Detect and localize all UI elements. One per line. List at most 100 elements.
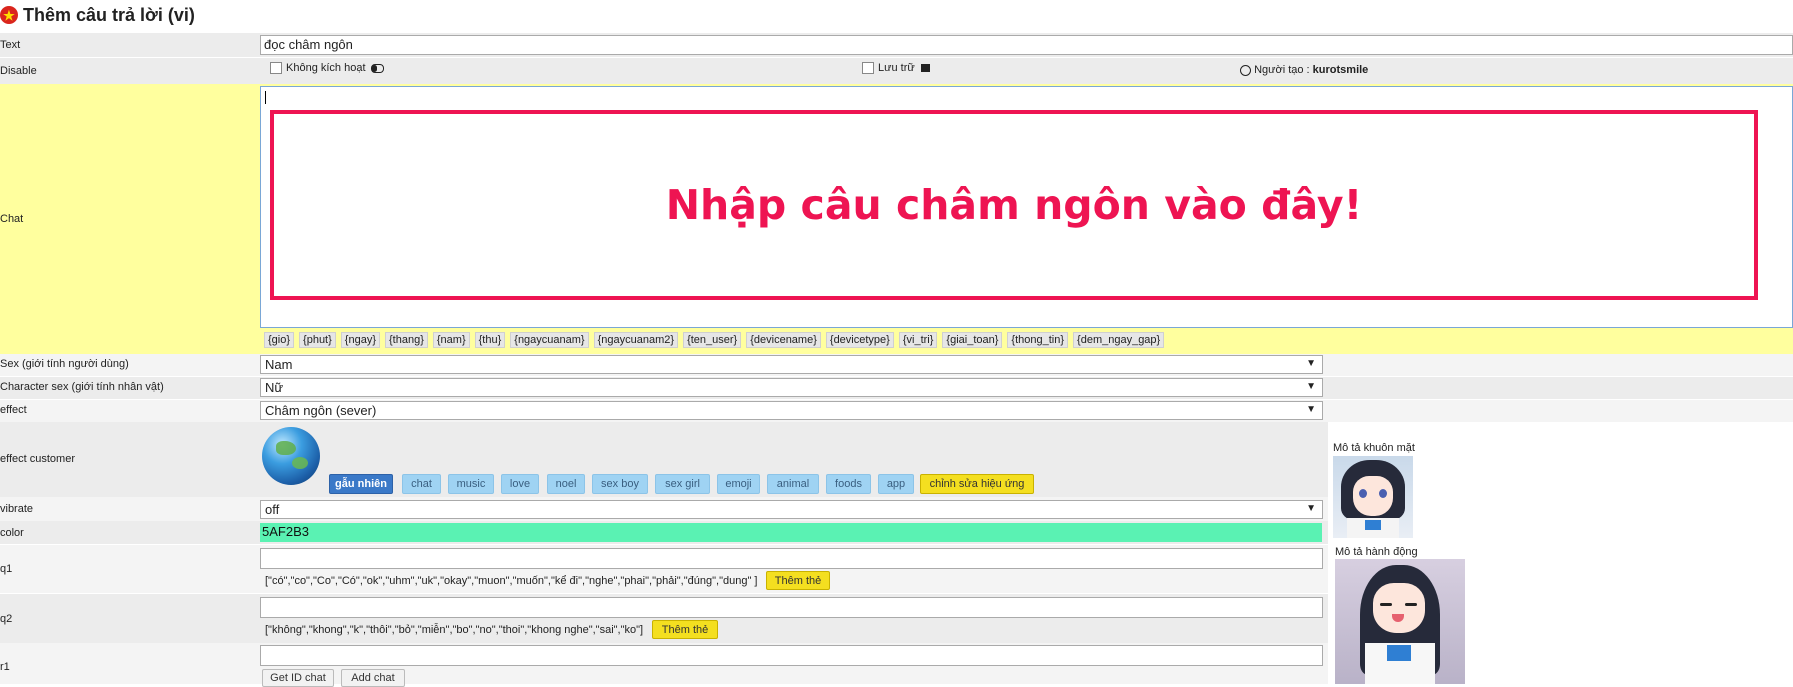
effect-row: effect Châm ngôn (sever) ▼ (0, 400, 1793, 422)
archive-option: Lưu trữ (862, 62, 930, 75)
tag-thu[interactable]: {thu} (474, 332, 506, 348)
tag-gio[interactable]: {gio} (264, 332, 295, 348)
color-label: color (0, 527, 24, 539)
sex-row: Sex (giới tính người dùng) Nam ▼ (0, 354, 1793, 376)
tag-ngaycuanam[interactable]: {ngaycuanam} (510, 332, 589, 348)
tag-phut[interactable]: {phut} (299, 332, 336, 348)
action-description-label: Mô tả hành động (1335, 546, 1418, 558)
chevron-down-icon: ▼ (1306, 404, 1316, 415)
text-label: Text (0, 39, 21, 51)
effect-select[interactable]: Châm ngôn (sever) ▼ (260, 401, 1323, 420)
q2-input[interactable] (260, 597, 1323, 618)
user-circle-icon (1240, 64, 1251, 76)
q2-hint: ["không","khong","k","thôi","bỏ","miễn",… (265, 624, 644, 636)
page-title-text: Thêm câu trả lời (vi) (23, 4, 195, 25)
effect-music-button[interactable]: music (448, 474, 494, 494)
r1-row: r1 Get ID chat Add chat (0, 643, 1328, 687)
sex-label: Sex (giới tính người dùng) (0, 358, 129, 370)
disable-row: Disable Không kích hoạt Lưu trữ Người tạ… (0, 58, 1793, 84)
sex-select-value: Nam (265, 357, 293, 372)
tag-ten-user[interactable]: {ten_user} (683, 332, 742, 348)
sex-select[interactable]: Nam ▼ (260, 355, 1323, 374)
vietnam-flag-icon: ★ (0, 6, 18, 24)
effect-animal-button[interactable]: animal (767, 474, 819, 494)
effect-noel-button[interactable]: noel (547, 474, 585, 494)
chevron-down-icon: ▼ (1306, 358, 1316, 369)
vibrate-select[interactable]: off ▼ (260, 500, 1323, 519)
effect-select-value: Châm ngôn (sever) (265, 403, 377, 418)
tag-vi-tri[interactable]: {vi_tri} (898, 332, 938, 348)
effect-customer-label: effect customer (0, 453, 75, 465)
color-input[interactable]: 5AF2B3 (260, 523, 1322, 542)
chat-tags: {gio} {phut} {ngay} {thang} {nam} {thu} {ngayc… (264, 332, 1169, 348)
archive-box-icon (920, 64, 930, 73)
edit-effect-button[interactable]: chỉnh sửa hiệu ứng (920, 474, 1034, 494)
face-description-label: Mô tả khuôn mặt (1333, 442, 1415, 454)
page-title: ★ Thêm câu trả lời (vi) (0, 0, 195, 30)
archive-checkbox[interactable] (862, 62, 874, 75)
effect-app-button[interactable]: app (878, 474, 914, 494)
effect-emoji-button[interactable]: emoji (717, 474, 760, 494)
vibrate-label: vibrate (0, 503, 34, 515)
text-row: Text đọc châm ngôn (0, 33, 1793, 57)
chat-overlay-text: Nhập câu châm ngôn vào đây! (665, 181, 1363, 229)
effect-chat-button[interactable]: chat (402, 474, 441, 494)
q1-label: q1 (0, 563, 13, 575)
character-sex-row: Character sex (giới tính nhân vật) Nữ ▼ (0, 377, 1793, 399)
q2-row: q2 ["không","khong","k","thôi","bỏ","miễ… (0, 594, 1328, 643)
q1-add-tag-button[interactable]: Thêm thẻ (766, 571, 830, 590)
effect-random-button[interactable]: gẫu nhiên (329, 474, 393, 494)
disable-label: Disable (0, 65, 37, 77)
effect-buttons: gẫu nhiên chat music love noel sex boy s… (329, 474, 1069, 494)
q2-add-tag-button[interactable]: Thêm thẻ (652, 620, 718, 639)
chevron-down-icon: ▼ (1306, 503, 1316, 514)
tag-dem-ngay-gap[interactable]: {dem_ngay_gap} (1073, 332, 1165, 348)
character-sex-select-value: Nữ (265, 380, 284, 395)
r1-label: r1 (0, 661, 10, 673)
side-panel: Mô tả khuôn mặt Mô tả hành động (1328, 422, 1793, 684)
character-sex-select[interactable]: Nữ ▼ (260, 378, 1323, 397)
toggle-icon (370, 63, 384, 73)
creator-info: Người tạo : kurotsmile (1240, 64, 1368, 76)
effect-sex-boy-button[interactable]: sex boy (592, 474, 648, 494)
chat-row: Chat Nhập câu châm ngôn vào đây! {gio} {p… (0, 84, 1793, 354)
color-row: color 5AF2B3 (0, 521, 1328, 544)
face-avatar-image[interactable] (1333, 456, 1413, 538)
globe-icon[interactable] (262, 427, 320, 485)
chat-label: Chat (0, 213, 24, 225)
archive-option-label: Lưu trữ (878, 62, 915, 74)
tag-thong-tin[interactable]: {thong_tin} (1007, 332, 1069, 348)
tag-nam[interactable]: {nam} (432, 332, 470, 348)
tag-giai-toan[interactable]: {giai_toan} (942, 332, 1003, 348)
disable-option: Không kích hoạt (270, 62, 384, 75)
creator-label: Người tạo : (1254, 64, 1310, 76)
effect-label: effect (0, 404, 27, 416)
q1-hint: ["có","co","Co","Có","ok","uhm","uk","ok… (265, 575, 758, 587)
effect-love-button[interactable]: love (501, 474, 539, 494)
action-avatar-image[interactable] (1335, 559, 1465, 684)
disable-checkbox[interactable] (270, 62, 282, 75)
disable-option-label: Không kích hoạt (286, 62, 366, 74)
tag-devicetype[interactable]: {devicetype} (825, 332, 894, 348)
tag-ngaycuanam2[interactable]: {ngaycuanam2} (593, 332, 679, 348)
r1-input[interactable] (260, 645, 1323, 666)
effect-customer-row: effect customer gẫu nhiên chat music lov… (0, 422, 1328, 497)
effect-foods-button[interactable]: foods (826, 474, 871, 494)
tag-devicename[interactable]: {devicename} (746, 332, 821, 348)
creator-name: kurotsmile (1312, 64, 1369, 76)
add-chat-button[interactable]: Add chat (341, 669, 405, 687)
chat-overlay-box: Nhập câu châm ngôn vào đây! (270, 110, 1758, 300)
q1-row: q1 ["có","co","Co","Có","ok","uhm","uk",… (0, 545, 1328, 593)
q2-label: q2 (0, 613, 13, 625)
effect-sex-girl-button[interactable]: sex girl (655, 474, 710, 494)
vibrate-row: vibrate off ▼ (0, 497, 1328, 521)
tag-ngay[interactable]: {ngay} (340, 332, 380, 348)
q1-input[interactable] (260, 548, 1323, 569)
character-sex-label: Character sex (giới tính nhân vật) (0, 381, 164, 393)
get-id-chat-button[interactable]: Get ID chat (262, 669, 334, 687)
vibrate-select-value: off (265, 502, 280, 517)
tag-thang[interactable]: {thang} (385, 332, 428, 348)
text-input[interactable]: đọc châm ngôn (260, 35, 1793, 55)
text-cursor (265, 91, 266, 104)
chevron-down-icon: ▼ (1306, 381, 1316, 392)
